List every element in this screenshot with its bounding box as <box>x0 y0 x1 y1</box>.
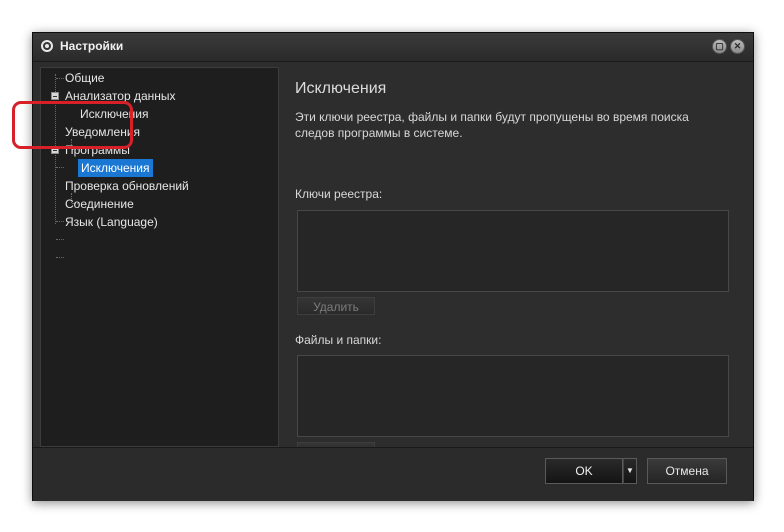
tree-connector <box>56 167 64 168</box>
cancel-button[interactable]: Отмена <box>647 458 727 484</box>
close-icon[interactable]: ✕ <box>730 39 745 54</box>
tree-connector <box>56 257 64 258</box>
tree-connector <box>56 221 64 222</box>
tree-item-general[interactable]: Общие <box>65 69 104 87</box>
files-folders-list[interactable] <box>297 355 729 437</box>
tree-connector <box>56 78 64 79</box>
annotation-highlight <box>12 101 133 149</box>
tree-item-language[interactable]: Язык (Language) <box>65 213 158 231</box>
registry-keys-label: Ключи реестра: <box>295 187 383 201</box>
settings-window: Настройки ▢ ✕ Общие Анализатор данных Ис… <box>32 32 754 501</box>
files-folders-label: Файлы и папки: <box>295 333 382 347</box>
tree-item-update-check[interactable]: Проверка обновлений <box>65 177 189 195</box>
maximize-icon[interactable]: ▢ <box>712 39 727 54</box>
section-description: Эти ключи реестра, файлы и папки будут п… <box>295 110 689 140</box>
tree-item-connection[interactable]: Соединение <box>65 195 134 213</box>
app-logo-icon <box>41 40 53 52</box>
section-title: Исключения <box>295 80 387 97</box>
tree-item-programs-exclusions[interactable]: Исключения <box>78 159 153 177</box>
ok-dropdown-icon[interactable]: ▼ <box>623 458 637 484</box>
tree-connector <box>56 239 64 240</box>
delete-registry-key-button[interactable]: Удалить <box>297 297 375 315</box>
dialog-footer: OK ▼ Отмена <box>33 447 753 501</box>
window-title: Настройки <box>60 39 124 53</box>
exclusions-panel: Исключения Эти ключи реестра, файлы и па… <box>285 67 744 460</box>
registry-keys-list[interactable] <box>297 210 729 292</box>
ok-button[interactable]: OK <box>545 458 623 484</box>
collapse-icon[interactable] <box>51 92 59 100</box>
title-bar: Настройки ▢ ✕ <box>33 33 753 62</box>
